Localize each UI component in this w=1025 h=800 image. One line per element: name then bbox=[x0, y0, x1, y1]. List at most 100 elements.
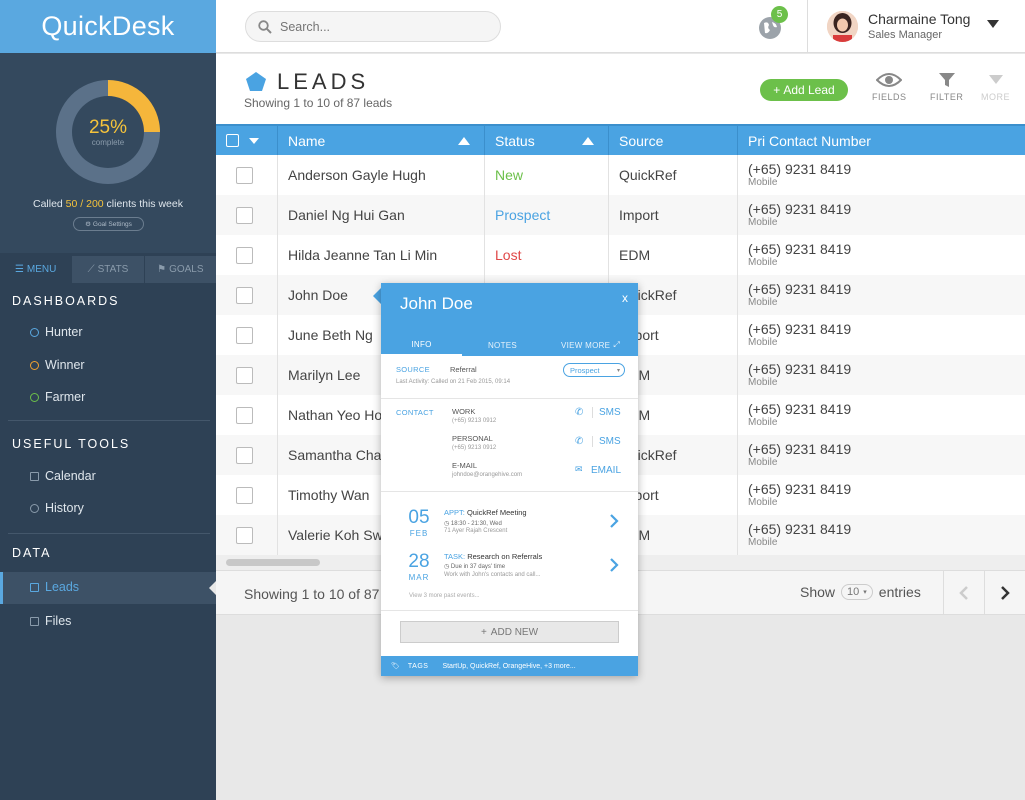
column-status[interactable]: Status bbox=[485, 126, 609, 155]
table-row[interactable]: Daniel Ng Hui Gan Prospect Import (+65) 923… bbox=[216, 195, 1025, 235]
cell-contact: (+65) 9231 8419 Mobile bbox=[738, 515, 1025, 555]
phone-type: Mobile bbox=[748, 377, 778, 388]
circle-icon bbox=[30, 360, 39, 370]
more-button[interactable]: MORE bbox=[981, 72, 1010, 102]
add-lead-button[interactable]: + Add Lead bbox=[760, 79, 848, 101]
sms-button[interactable]: SMS bbox=[592, 436, 621, 447]
contact-value: (+65) 9213 0912 bbox=[452, 418, 497, 424]
event-title[interactable]: APPT: QuickRef Meeting bbox=[444, 508, 527, 517]
search-input[interactable] bbox=[280, 19, 480, 34]
tab-info[interactable]: INFO bbox=[381, 334, 462, 356]
sidebar-item-winner[interactable]: Winner bbox=[30, 358, 85, 372]
event-time: ◷ 18:30 - 21:30, Wed bbox=[444, 521, 502, 527]
scrollbar-thumb[interactable] bbox=[226, 559, 320, 566]
divider bbox=[8, 420, 210, 421]
chevron-down-icon[interactable] bbox=[249, 137, 259, 144]
row-checkbox[interactable] bbox=[236, 286, 253, 304]
chevron-right-icon[interactable] bbox=[610, 514, 619, 528]
sidebar-item-hunter[interactable]: Hunter bbox=[30, 325, 83, 339]
notification-badge[interactable]: 5 bbox=[771, 6, 788, 23]
sort-up-icon[interactable] bbox=[582, 137, 594, 145]
phone-type: Mobile bbox=[748, 457, 778, 468]
table-row[interactable]: Anderson Gayle Hugh New QuickRef (+65) 9231… bbox=[216, 155, 1025, 195]
row-checkbox[interactable] bbox=[236, 406, 253, 424]
table-header: Name Status Source Pri Contact Number bbox=[216, 124, 1025, 155]
phone-number: (+65) 9231 8419 bbox=[748, 281, 852, 297]
event-title[interactable]: TASK: Research on Referrals bbox=[444, 552, 542, 561]
cell-contact: (+65) 9231 8419 Mobile bbox=[738, 155, 1025, 195]
sms-button[interactable]: SMS bbox=[592, 407, 621, 418]
contact-type: E-MAIL bbox=[452, 461, 478, 470]
cell-contact: (+65) 9231 8419 Mobile bbox=[738, 395, 1025, 435]
sidebar-item-history[interactable]: History bbox=[30, 501, 84, 515]
chevron-down-icon[interactable] bbox=[987, 20, 999, 28]
row-checkbox[interactable] bbox=[236, 206, 253, 224]
tab-stats[interactable]: ⟋ STATS bbox=[72, 256, 145, 283]
cell-name[interactable]: Daniel Ng Hui Gan bbox=[278, 195, 485, 235]
user-name[interactable]: Charmaine Tong bbox=[868, 11, 970, 27]
column-contact[interactable]: Pri Contact Number bbox=[738, 126, 1025, 155]
event-date: 28 MAR bbox=[408, 551, 430, 582]
goal-settings-button[interactable]: ⚙ Goal Settings bbox=[73, 217, 144, 231]
select-all-checkbox[interactable] bbox=[226, 134, 239, 147]
email-button[interactable]: EMAIL bbox=[591, 465, 621, 476]
table-row[interactable]: Hilda Jeanne Tan Li Min Lost EDM (+65) 9231… bbox=[216, 235, 1025, 275]
tags-label: TAGS bbox=[407, 662, 429, 670]
tab-notes[interactable]: NOTES bbox=[462, 334, 543, 356]
row-select bbox=[216, 435, 278, 475]
phone-type: Mobile bbox=[748, 337, 778, 348]
row-checkbox[interactable] bbox=[236, 486, 253, 504]
phone-number: (+65) 9231 8419 bbox=[748, 441, 852, 457]
phone-icon[interactable]: ✆ bbox=[575, 407, 583, 418]
divider bbox=[381, 491, 638, 492]
phone-icon[interactable]: ✆ bbox=[575, 436, 583, 447]
close-icon[interactable]: x bbox=[622, 291, 628, 305]
app-logo[interactable]: QuickDesk bbox=[0, 0, 216, 53]
avatar[interactable] bbox=[827, 11, 858, 42]
tags-list[interactable]: StartUp, QuickRef, OrangeHive, +3 more..… bbox=[442, 663, 575, 670]
section-useful-tools: USEFUL TOOLS bbox=[12, 437, 131, 451]
cell-name[interactable]: Hilda Jeanne Tan Li Min bbox=[278, 235, 485, 275]
filter-button[interactable]: FILTER bbox=[930, 72, 963, 102]
chevron-right-icon[interactable] bbox=[610, 558, 619, 572]
add-new-button[interactable]: + ADD NEW bbox=[400, 621, 619, 643]
cell-contact: (+65) 9231 8419 Mobile bbox=[738, 275, 1025, 315]
sidebar-item-leads[interactable]: Leads bbox=[30, 580, 79, 594]
called-summary: Called 50 / 200 clients this week bbox=[32, 198, 183, 210]
tab-menu[interactable]: ☰ MENU bbox=[0, 256, 73, 283]
mail-icon[interactable]: ✉ bbox=[575, 464, 583, 475]
contact-type: PERSONAL bbox=[452, 434, 493, 443]
row-checkbox[interactable] bbox=[236, 526, 253, 544]
view-past-events-link[interactable]: View 3 more past events... bbox=[409, 593, 480, 599]
cell-source: EDM bbox=[609, 235, 738, 275]
status-select[interactable]: Prospect ▾ bbox=[563, 363, 625, 377]
tab-view-more[interactable]: VIEW MORE ⤢ bbox=[543, 334, 638, 356]
next-page-button[interactable] bbox=[984, 571, 1025, 614]
entries-select[interactable]: 10 ▾ bbox=[841, 584, 873, 600]
sidebar-item-calendar[interactable]: Calendar bbox=[30, 469, 96, 483]
tab-goals[interactable]: ⚑ GOALS bbox=[145, 256, 216, 283]
prev-page-button[interactable] bbox=[943, 571, 984, 614]
called-count: 50 / 200 bbox=[65, 198, 104, 210]
top-bar: 5 Charmaine Tong Sales Manager bbox=[216, 0, 1025, 53]
column-name[interactable]: Name bbox=[278, 126, 485, 155]
tags-bar: 🏷 TAGS StartUp, QuickRef, OrangeHive, +3… bbox=[381, 656, 638, 676]
row-checkbox[interactable] bbox=[236, 446, 253, 464]
sidebar-item-files[interactable]: Files bbox=[30, 614, 71, 628]
cell-name[interactable]: Anderson Gayle Hugh bbox=[278, 155, 485, 195]
row-checkbox[interactable] bbox=[236, 246, 253, 264]
row-checkbox[interactable] bbox=[236, 166, 253, 184]
contact-label: CONTACT bbox=[396, 408, 434, 417]
row-checkbox[interactable] bbox=[236, 326, 253, 344]
fields-button[interactable]: FIELDS bbox=[872, 72, 907, 102]
cell-contact: (+65) 9231 8419 Mobile bbox=[738, 315, 1025, 355]
sort-up-icon[interactable] bbox=[458, 137, 470, 145]
phone-number: (+65) 9231 8419 bbox=[748, 401, 852, 417]
select-all[interactable] bbox=[216, 126, 278, 155]
row-checkbox[interactable] bbox=[236, 366, 253, 384]
sidebar-tabs: ☰ MENU ⟋ STATS ⚑ GOALS bbox=[0, 256, 216, 283]
phone-type: Mobile bbox=[748, 537, 778, 548]
column-source[interactable]: Source bbox=[609, 126, 738, 155]
flag-icon: ⚑ bbox=[157, 264, 167, 275]
sidebar-item-farmer[interactable]: Farmer bbox=[30, 390, 85, 404]
